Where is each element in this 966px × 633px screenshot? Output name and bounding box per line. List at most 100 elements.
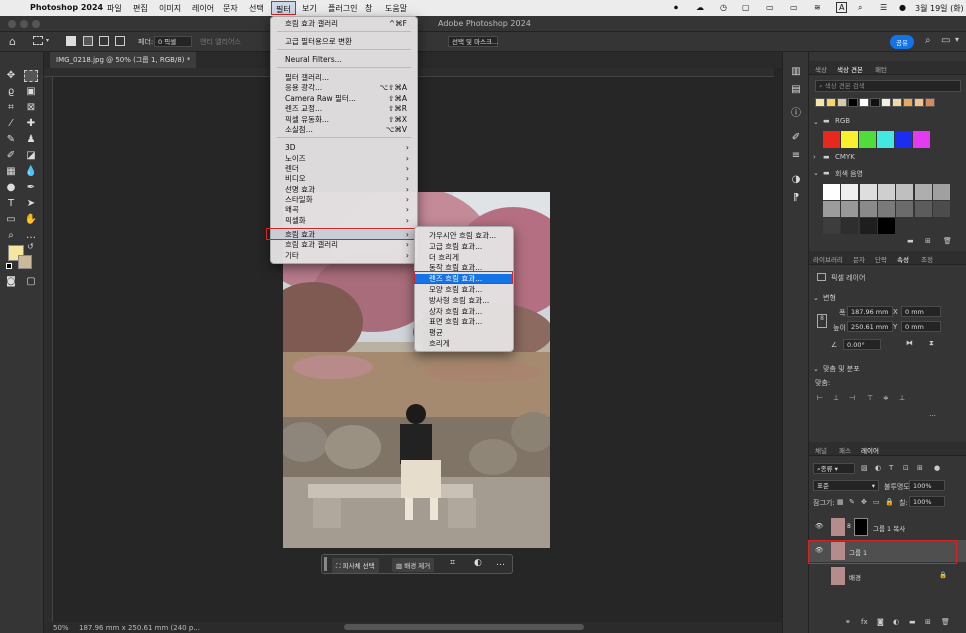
frame-tool-icon[interactable]: ⊠	[24, 102, 38, 114]
object-select-tool-icon[interactable]: ▣	[24, 86, 38, 98]
filter-smart-icon[interactable]: ⊞	[917, 464, 923, 472]
lock-transparent-icon[interactable]: ▦	[837, 498, 844, 506]
blend-mode-select[interactable]: 표준 ▾	[813, 480, 879, 491]
flip-vertical-icon[interactable]: ⧗	[929, 339, 934, 348]
swatch[interactable]	[881, 98, 891, 107]
new-group-icon[interactable]: ▬	[907, 237, 914, 245]
tab-layers[interactable]: 레이어	[861, 445, 879, 455]
share-button[interactable]: 공유	[890, 35, 914, 49]
swatch[interactable]	[823, 218, 840, 234]
tab-paths[interactable]: 패스	[839, 445, 851, 455]
more-icon[interactable]: …	[496, 558, 505, 568]
swatch[interactable]	[841, 131, 858, 148]
filter-menu-item[interactable]: 왜곡 ›	[271, 205, 417, 215]
type-tool-icon[interactable]: T	[4, 198, 18, 210]
gradient-tool-icon[interactable]: ▦	[4, 166, 18, 178]
swatch[interactable]	[815, 98, 825, 107]
menu-plugins[interactable]: 플러그인	[328, 3, 357, 14]
trash-icon[interactable]: 🗑	[943, 237, 952, 245]
swatch[interactable]	[841, 184, 859, 200]
more-tools-icon[interactable]: …	[24, 230, 38, 242]
window-icon[interactable]: ▢	[742, 3, 750, 12]
swatch[interactable]	[914, 184, 932, 200]
fx-icon[interactable]: fx	[861, 618, 868, 626]
brush-tool-icon[interactable]: ✎	[4, 134, 18, 146]
datetime[interactable]: 3월 19일 (화)	[915, 3, 964, 14]
filter-toggle-icon[interactable]: ●	[934, 464, 940, 472]
tab-patterns[interactable]: 패턴	[875, 64, 887, 74]
chevron-down-icon[interactable]: ▾	[46, 37, 49, 44]
chevron-down-icon[interactable]: ⌄	[813, 365, 819, 373]
filter-pixel-icon[interactable]: ▨	[861, 464, 868, 472]
swatch[interactable]	[932, 184, 950, 200]
swatch[interactable]	[826, 98, 836, 107]
flip-horizontal-icon[interactable]: ⧓	[906, 339, 913, 347]
document-tab[interactable]: IMG_0218.jpg @ 50% (그룹 1, RGB/8) *	[50, 52, 197, 68]
filter-menu-item[interactable]: 선명 효과 ›	[271, 185, 417, 195]
link-icon[interactable]: 8	[817, 314, 827, 328]
filter-adjustment-icon[interactable]: ◐	[875, 464, 881, 472]
search-icon[interactable]: ⌕	[858, 3, 862, 13]
healing-tool-icon[interactable]: ✚	[24, 118, 38, 130]
zoom-tool-icon[interactable]: ⌕	[4, 230, 18, 242]
swatch[interactable]	[823, 131, 840, 148]
x-input[interactable]: 0 mm	[901, 306, 941, 317]
swatch[interactable]	[837, 98, 847, 107]
swatch[interactable]	[859, 218, 877, 234]
align-left-icon[interactable]: ⊢	[817, 394, 823, 402]
filter-menu-item[interactable]: 흐림 효과 ›	[271, 230, 417, 240]
more-icon[interactable]: …	[929, 410, 936, 418]
control-center-icon[interactable]: ☰	[880, 3, 887, 12]
remove-background-button[interactable]: ▨ 배경 제거	[392, 558, 435, 572]
dodge-tool-icon[interactable]: ●	[4, 182, 18, 194]
app-menu[interactable]: Photoshop 2024	[30, 3, 103, 12]
align-top-icon[interactable]: ⊤	[867, 394, 873, 402]
delete-layer-icon[interactable]: 🗑	[941, 618, 950, 626]
new-layer-icon[interactable]: ⊞	[925, 618, 931, 626]
menu-view[interactable]: 보기	[302, 3, 317, 14]
display-icon[interactable]: ▭	[766, 3, 774, 12]
stamp-tool-icon[interactable]: ♟	[24, 134, 38, 146]
history-brush-icon[interactable]: ✐	[4, 150, 18, 162]
eyedropper-tool-icon[interactable]: ⁄	[4, 118, 18, 130]
filter-menu-item[interactable]: 흐림 효과 갤러리 ›	[271, 240, 417, 250]
brush-settings-icon[interactable]: ✐	[789, 132, 803, 144]
comments-icon[interactable]: ▤	[789, 84, 803, 96]
swatch[interactable]	[892, 98, 902, 107]
angle-input[interactable]: 0.00°	[843, 339, 881, 350]
swatch[interactable]	[859, 131, 876, 148]
adjustment-layer-icon[interactable]: ◐	[893, 618, 899, 626]
filter-menu-item[interactable]: 기타 ›	[271, 251, 417, 261]
align-bottom-icon[interactable]: ⊥	[899, 394, 905, 402]
blur-tool-icon[interactable]: 💧	[24, 166, 38, 178]
blur-menu-item[interactable]: 흐리게	[415, 339, 513, 349]
search-icon[interactable]: ⌕	[925, 35, 931, 46]
workspace-icon[interactable]: ▭	[941, 35, 950, 46]
tab-color[interactable]: 색상	[815, 64, 827, 74]
zoom-icon[interactable]	[32, 20, 40, 28]
clock-icon[interactable]: ◷	[720, 3, 727, 12]
glyphs-icon[interactable]	[789, 198, 803, 210]
select-subject-button[interactable]: ⛶ 피사체 선택	[332, 558, 379, 573]
swatch-search-input[interactable]: ⌕ 색상 견본 검색	[815, 80, 961, 92]
swatch[interactable]	[877, 131, 894, 148]
filter-menu-item[interactable]: 렌즈 교정... ⇧⌘R	[271, 104, 417, 114]
path-select-tool-icon[interactable]: ➤	[24, 198, 38, 210]
tab-libraries[interactable]: 라이브러리	[813, 254, 843, 264]
width-input[interactable]: 187.96 mm	[847, 306, 893, 317]
y-input[interactable]: 0 mm	[901, 321, 941, 332]
swatch[interactable]	[896, 201, 914, 217]
swatch[interactable]	[823, 201, 840, 217]
new-group-icon[interactable]: ▬	[909, 618, 916, 626]
visibility-eye-icon[interactable]: 👁	[815, 546, 823, 554]
intersect-selection-icon[interactable]	[115, 36, 125, 46]
swatch[interactable]	[823, 184, 840, 200]
layer-row-selected[interactable]: 👁 그룹 1	[809, 540, 966, 562]
lock-pixels-icon[interactable]: ✎	[849, 498, 855, 506]
filter-menu-item[interactable]: 픽셀 유동화... ⇧⌘X	[271, 115, 417, 125]
chevron-down-icon[interactable]: ▾	[955, 35, 959, 44]
creative-cloud-icon[interactable]: ☁	[696, 3, 704, 12]
layer-row[interactable]: 👁 8 그룹 1 복사	[809, 516, 966, 538]
swatch[interactable]	[913, 131, 930, 148]
swatch[interactable]	[877, 201, 895, 217]
